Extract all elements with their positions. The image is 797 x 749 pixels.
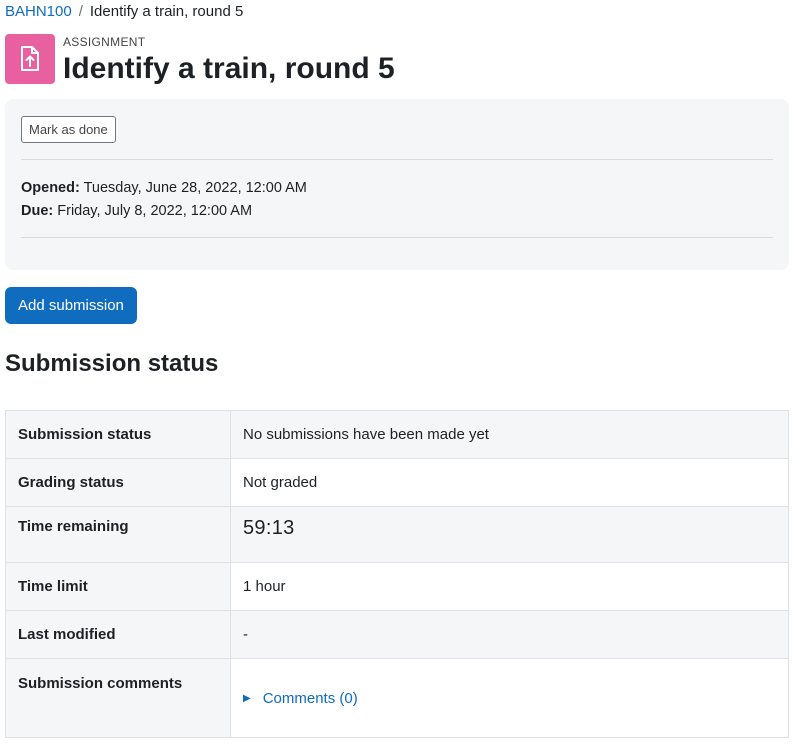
table-row: Last modified -: [5, 610, 789, 659]
table-row: Time remaining 59:13: [5, 506, 789, 563]
submission-status-table: Submission status No submissions have be…: [5, 410, 789, 738]
row-label: Submission comments: [5, 658, 231, 738]
opened-value: Tuesday, June 28, 2022, 12:00 AM: [83, 180, 307, 196]
breadcrumb-current: Identify a train, round 5: [89, 3, 244, 20]
comments-link[interactable]: Comments (0): [263, 690, 358, 707]
assignment-upload-icon: [5, 34, 55, 84]
breadcrumb-separator: /: [78, 3, 83, 20]
table-row: Time limit 1 hour: [5, 562, 789, 611]
table-row: Grading status Not graded: [5, 458, 789, 507]
due-date: Due: Friday, July 8, 2022, 12:00 AM: [21, 201, 252, 221]
comments-toggle[interactable]: ▶ Comments (0): [243, 690, 776, 707]
row-label: Last modified: [5, 610, 231, 659]
page-header: ASSIGNMENT Identify a train, round 5: [5, 34, 395, 87]
row-label: Time limit: [5, 562, 231, 611]
row-value: -: [230, 610, 789, 659]
time-remaining-timer: 59:13: [243, 517, 295, 539]
breadcrumb: BAHN100 / Identify a train, round 5: [5, 2, 243, 22]
due-label: Due:: [21, 203, 54, 219]
row-label: Time remaining: [5, 506, 231, 563]
table-row: Submission status No submissions have be…: [5, 410, 789, 459]
caret-right-icon: ▶: [243, 693, 251, 704]
breadcrumb-course-link[interactable]: BAHN100: [5, 2, 72, 22]
row-label: Submission status: [5, 410, 231, 459]
activity-dates-panel: Mark as done Opened: Tuesday, June 28, 2…: [5, 99, 789, 270]
row-value: 59:13: [230, 506, 789, 563]
due-value: Friday, July 8, 2022, 12:00 AM: [57, 203, 253, 219]
submission-status-heading: Submission status: [5, 350, 219, 377]
add-submission-button[interactable]: Add submission: [5, 287, 137, 324]
table-row: Submission comments ▶ Comments (0): [5, 658, 789, 738]
row-value: ▶ Comments (0): [230, 658, 789, 738]
divider: [21, 159, 773, 160]
divider: [21, 237, 773, 238]
row-label: Grading status: [5, 458, 231, 507]
row-value: Not graded: [230, 458, 789, 507]
page-title: Identify a train, round 5: [63, 52, 395, 85]
opened-label: Opened:: [21, 180, 80, 196]
activity-type-label: ASSIGNMENT: [63, 35, 146, 49]
opened-date: Opened: Tuesday, June 28, 2022, 12:00 AM: [21, 178, 307, 198]
row-value: No submissions have been made yet: [230, 410, 789, 459]
mark-as-done-button[interactable]: Mark as done: [21, 116, 116, 143]
row-value: 1 hour: [230, 562, 789, 611]
